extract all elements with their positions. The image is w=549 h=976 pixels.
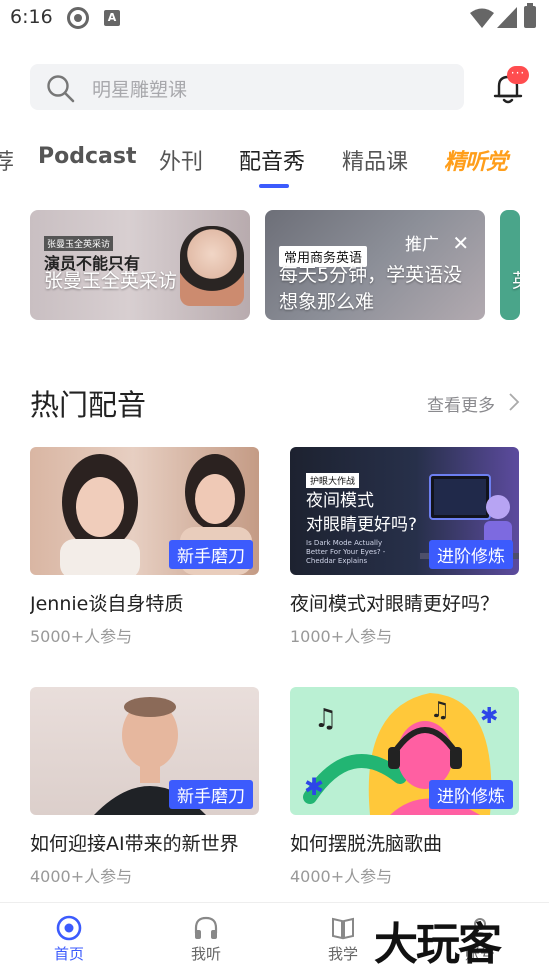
banner-interview[interactable]: 张曼玉全英采访 演员不能只有 张曼玉全英采访: [30, 210, 250, 320]
thumbnail-title-line-1: 夜间模式: [306, 491, 374, 511]
card-title[interactable]: Jennie谈自身特质: [30, 589, 259, 616]
svg-text:✱: ✱: [480, 704, 498, 729]
category-tabs: 荐 Podcast 外刊 配音秀 精品课 精听党: [0, 140, 549, 188]
chevron-right-icon[interactable]: [508, 392, 520, 412]
banner-caption: 英: [512, 268, 520, 295]
tab-intensive-listening[interactable]: 精听党: [444, 144, 508, 176]
thumbnail-title: 夜间模式 对眼睛更好吗?: [306, 489, 417, 537]
ad-label: 推广: [405, 235, 439, 255]
thumbnail-title-line-2: 对眼睛更好吗?: [306, 515, 418, 535]
nav-listen-label: 我听: [190, 945, 221, 963]
card-participants: 5000+人参与: [30, 627, 133, 646]
banner-caption: 张曼玉全英采访: [44, 270, 178, 292]
nav-listen[interactable]: 我听: [166, 915, 246, 964]
card-participants: 4000+人参与: [30, 867, 133, 886]
nav-learn-label: 我学: [327, 945, 358, 963]
banner-caption-line-2: 想象那么难: [279, 291, 375, 313]
close-icon[interactable]: ✕: [452, 231, 469, 255]
tab-recommend[interactable]: 荐: [0, 144, 14, 176]
battery-icon: [524, 3, 536, 28]
section-title: 热门配音: [30, 388, 147, 422]
svg-text:♫: ♫: [314, 704, 337, 734]
home-icon: [56, 915, 82, 941]
card-thumbnail[interactable]: ♫ ✱ ✱ ♫ 进阶修炼: [290, 687, 519, 815]
card-thumbnail[interactable]: 护眼大作战 夜间模式 对眼睛更好吗? Is Dark Mode Actually…: [290, 447, 519, 575]
search-placeholder: 明星雕塑课: [92, 79, 188, 101]
card-participants: 4000+人参与: [290, 867, 393, 886]
watermark: 大玩客: [374, 919, 502, 970]
see-more-link[interactable]: 查看更多: [427, 391, 495, 416]
sync-icon: [67, 7, 89, 29]
app-notification-icon: A: [104, 10, 120, 26]
thumbnail-tag: 护眼大作战: [306, 473, 360, 488]
book-icon: [332, 917, 354, 940]
portrait-image: [180, 226, 244, 306]
search-bar[interactable]: 明星雕塑课: [30, 64, 464, 110]
tab-podcast[interactable]: Podcast: [38, 144, 136, 169]
notification-badge: ···: [507, 66, 529, 84]
banner-caption-line-1: 每天5分钟，学英语没: [279, 264, 463, 286]
card-thumbnail[interactable]: 新手磨刀: [30, 687, 259, 815]
signal-icon: [497, 7, 517, 28]
nav-home-label: 首页: [53, 945, 84, 963]
banner-caption: 每天5分钟，学英语没 想象那么难: [279, 262, 462, 316]
nav-home[interactable]: 首页: [29, 915, 109, 964]
tab-dubbing-show[interactable]: 配音秀: [239, 144, 305, 176]
tab-premium-course[interactable]: 精品课: [342, 144, 408, 176]
level-badge: 进阶修炼: [429, 540, 513, 569]
status-bar: 6:16 A: [0, 0, 549, 38]
tab-intensive-listening-label: 精听党: [444, 150, 508, 175]
nav-learn[interactable]: 我学: [303, 915, 383, 964]
card-title[interactable]: 夜间模式对眼睛更好吗？: [290, 589, 519, 616]
active-tab-indicator: [259, 184, 289, 188]
banner-business-english-ad[interactable]: 常用商务英语 推广 ✕ 每天5分钟，学英语没 想象那么难: [265, 210, 485, 320]
card-title[interactable]: 如何摆脱洗脑歌曲: [290, 829, 519, 856]
tab-magazine[interactable]: 外刊: [159, 144, 203, 176]
card-title[interactable]: 如何迎接AI带来的新世界: [30, 829, 259, 856]
card-participants: 1000+人参与: [290, 627, 393, 646]
status-time: 6:16: [10, 6, 53, 28]
ad-close[interactable]: 推广 ✕: [405, 230, 469, 255]
svg-text:✱: ✱: [304, 773, 324, 801]
level-badge: 进阶修炼: [429, 780, 513, 809]
wifi-icon: [470, 8, 494, 28]
level-badge: 新手磨刀: [169, 780, 253, 809]
search-icon: [47, 75, 75, 103]
banner-small-label: 张曼玉全英采访: [44, 236, 114, 251]
card-thumbnail[interactable]: 新手磨刀: [30, 447, 259, 575]
thumbnail-english-caption: Is Dark Mode Actually Better For Your Ey…: [306, 539, 386, 565]
banner-partial[interactable]: 英: [500, 210, 520, 320]
level-badge: 新手磨刀: [169, 540, 253, 569]
svg-text:♫: ♫: [430, 698, 450, 723]
headphones-icon: [194, 916, 218, 939]
